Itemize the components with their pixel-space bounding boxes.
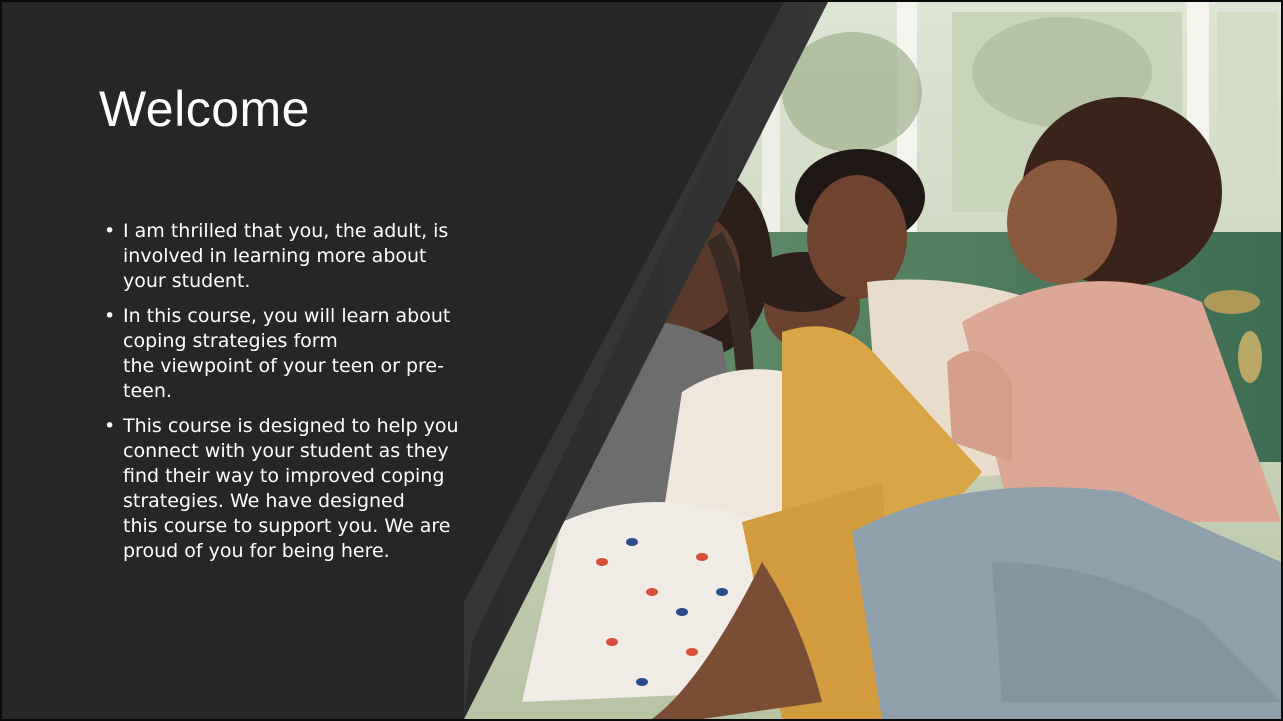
bullet-item: • In this course, you will learn about c… — [104, 304, 499, 404]
bullet-icon: • — [104, 220, 116, 242]
bullet-text: I am thrilled that you, the adult, is in… — [123, 220, 449, 292]
slide-title: Welcome — [99, 81, 310, 137]
bullet-text: This course is designed to help you conn… — [123, 415, 459, 562]
bullet-item: • This course is designed to help you co… — [104, 414, 499, 564]
bullet-icon: • — [104, 415, 116, 437]
bullet-item: • I am thrilled that you, the adult, is … — [104, 219, 499, 294]
bullet-icon: • — [104, 305, 116, 327]
bullet-text: In this course, you will learn about cop… — [123, 305, 451, 402]
slide: Welcome • I am thrilled that you, the ad… — [0, 0, 1283, 721]
bullet-list: • I am thrilled that you, the adult, is … — [104, 219, 499, 574]
